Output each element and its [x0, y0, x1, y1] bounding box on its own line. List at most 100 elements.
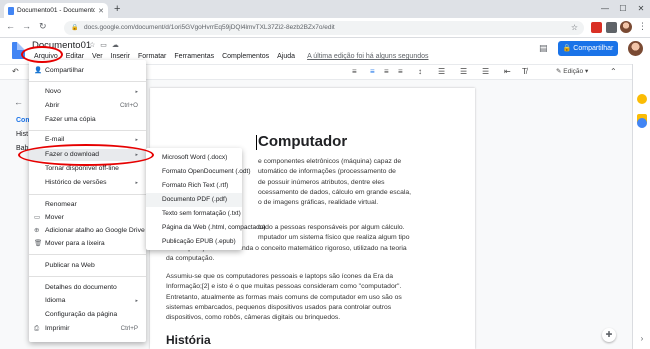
- side-panel: ›: [632, 64, 650, 349]
- menu-item-version-history[interactable]: Histórico de versões ▸: [29, 177, 146, 189]
- extension-icon[interactable]: [591, 22, 602, 33]
- menu-item-add-shortcut[interactable]: ⊕ Adicionar atalho ao Google Drive: [29, 225, 146, 237]
- forward-icon[interactable]: →: [22, 21, 31, 31]
- panel-expand-icon[interactable]: ›: [637, 334, 647, 344]
- bulleted-list-icon[interactable]: ☰: [460, 67, 467, 76]
- menu-item-language[interactable]: Idioma ▸: [29, 295, 146, 307]
- browser-menu-icon[interactable]: ⋮: [638, 21, 647, 32]
- submenu-item-label: Formato OpenDocument (.odt): [162, 168, 251, 175]
- move-folder-icon[interactable]: ▭: [100, 41, 107, 49]
- text-line: Assumiu-se que os computadores pessoais …: [166, 273, 394, 280]
- menu-help[interactable]: Ajuda: [273, 52, 299, 62]
- checklist-icon[interactable]: ☰: [438, 67, 445, 76]
- comments-icon[interactable]: ▤: [539, 43, 548, 54]
- keep-icon[interactable]: [637, 94, 647, 104]
- title-actions: ☆ ▭ ☁: [89, 41, 119, 49]
- submenu-arrow-icon: ▸: [135, 180, 138, 186]
- text-line: Informação;[2] e isto é o que muitas pes…: [166, 283, 402, 291]
- download-html[interactable]: Página da Web (.html, compactado): [146, 221, 266, 235]
- download-pdf[interactable]: Documento PDF (.pdf): [146, 193, 242, 207]
- menu-addons[interactable]: Complementos: [218, 52, 273, 62]
- editing-mode-select[interactable]: ✎ Edição ▾: [556, 67, 588, 75]
- clear-format-icon[interactable]: T̸: [522, 67, 527, 76]
- menu-item-page-setup[interactable]: Configuração da página: [29, 309, 146, 321]
- document-heading: Computador: [255, 133, 348, 150]
- download-rtf[interactable]: Formato Rich Text (.rtf): [146, 179, 242, 193]
- menu-item-new[interactable]: Novo ▸: [29, 86, 146, 98]
- profile-avatar[interactable]: [620, 21, 632, 33]
- menu-item-label: Configuração da página: [45, 311, 118, 318]
- trash-icon: 🗑: [34, 240, 43, 247]
- download-odt[interactable]: Formato OpenDocument (.odt): [146, 165, 251, 179]
- menu-item-make-copy[interactable]: Fazer uma cópia: [29, 114, 146, 126]
- share-button[interactable]: 🔒 Compartilhar: [558, 41, 618, 56]
- file-menu: 👤 Compartilhar Novo ▸ Abrir Ctrl+O Fazer…: [29, 60, 146, 342]
- collapse-toolbar-icon[interactable]: ⌃: [610, 67, 617, 76]
- outline-back-icon[interactable]: ←: [14, 97, 23, 107]
- browser-tab-bar: Documento01 - Documentos Go ✕ + — ☐ ✕: [0, 0, 650, 18]
- last-edit-link[interactable]: A última edição foi há alguns segundos: [303, 52, 432, 62]
- close-tab-icon[interactable]: ✕: [98, 7, 104, 15]
- menu-item-details[interactable]: Detalhes do documento: [29, 282, 146, 294]
- paragraph-3: Assumiu-se que os computadores pessoais …: [166, 272, 402, 323]
- window-controls: — ☐ ✕: [596, 0, 650, 18]
- text-line: o de imagens gráficas, realidade virtual…: [258, 199, 379, 207]
- folder-icon: ▭: [34, 214, 41, 221]
- align-right-icon[interactable]: ≡: [384, 67, 389, 76]
- align-left-icon[interactable]: ≡: [352, 67, 357, 76]
- menu-item-rename[interactable]: Renomear: [29, 199, 146, 211]
- back-icon[interactable]: ←: [6, 21, 15, 31]
- menu-item-trash[interactable]: 🗑 Mover para a lixeira: [29, 238, 146, 250]
- submenu-item-label: Formato Rich Text (.rtf): [162, 182, 229, 189]
- menu-item-label: Compartilhar: [45, 67, 84, 74]
- menu-divider: [29, 130, 146, 131]
- drive-shortcut-icon: ⊕: [34, 227, 40, 234]
- submenu-arrow-icon: ▸: [135, 298, 138, 304]
- menu-tools[interactable]: Ferramentas: [170, 52, 218, 62]
- download-txt[interactable]: Texto sem formatação (.txt): [146, 207, 242, 221]
- browser-tab[interactable]: Documento01 - Documentos Go ✕: [4, 3, 108, 18]
- submenu-item-label: Microsoft Word (.docx): [162, 154, 228, 161]
- align-center-icon[interactable]: ≡: [370, 67, 375, 76]
- menu-item-label: Abrir: [45, 102, 60, 109]
- menu-item-print[interactable]: ⎙ Imprimir Ctrl+P: [29, 323, 146, 335]
- menu-divider: [29, 254, 146, 255]
- address-bar[interactable]: 🔒 docs.google.com/document/d/1ori5GVgoHv…: [64, 21, 584, 35]
- text-line: da computação.: [166, 254, 215, 262]
- editing-mode-label: Edição: [563, 68, 584, 75]
- share-icon: 👤: [34, 67, 43, 74]
- menu-item-share[interactable]: 👤 Compartilhar: [29, 65, 146, 77]
- star-icon[interactable]: ☆: [89, 41, 95, 49]
- menu-item-label: Idioma: [45, 297, 66, 304]
- reload-icon[interactable]: ↻: [39, 21, 47, 32]
- close-window-icon[interactable]: ✕: [632, 0, 650, 18]
- new-tab-button[interactable]: +: [114, 3, 120, 15]
- calendar-icon[interactable]: [637, 118, 647, 128]
- undo-icon[interactable]: ↶: [12, 67, 19, 76]
- menu-item-publish[interactable]: Publicar na Web: [29, 260, 146, 272]
- align-justify-icon[interactable]: ≡: [398, 67, 403, 76]
- menu-item-label: Mover: [45, 214, 64, 221]
- extensions-puzzle-icon[interactable]: [606, 22, 617, 33]
- bookmark-star-icon[interactable]: ☆: [571, 21, 578, 35]
- minimize-icon[interactable]: —: [596, 0, 614, 18]
- menu-item-move[interactable]: ▭ Mover: [29, 212, 146, 224]
- maximize-icon[interactable]: ☐: [614, 0, 632, 18]
- shortcut-label: Ctrl+O: [119, 102, 138, 109]
- submenu-arrow-icon: ▸: [135, 137, 138, 143]
- shortcut-label: Ctrl+P: [120, 325, 138, 332]
- download-epub[interactable]: Publicação EPUB (.epub): [146, 235, 242, 249]
- menu-item-label: Detalhes do documento: [45, 284, 117, 291]
- line-spacing-icon[interactable]: ↕: [418, 67, 422, 76]
- indent-icon[interactable]: ⇤: [504, 67, 511, 76]
- numbered-list-icon[interactable]: ☰: [482, 67, 489, 76]
- menu-item-open[interactable]: Abrir Ctrl+O: [29, 100, 146, 112]
- document-heading-2: História: [166, 333, 211, 347]
- menu-item-label: Adicionar atalho ao Google Drive: [45, 227, 145, 234]
- download-docx[interactable]: Microsoft Word (.docx): [146, 151, 242, 165]
- explore-button[interactable]: ✚: [602, 328, 616, 342]
- tab-title: Documento01 - Documentos Go: [17, 7, 96, 14]
- account-avatar[interactable]: [628, 41, 643, 56]
- submenu-item-label: Publicação EPUB (.epub): [162, 238, 236, 245]
- menu-divider: [29, 276, 146, 277]
